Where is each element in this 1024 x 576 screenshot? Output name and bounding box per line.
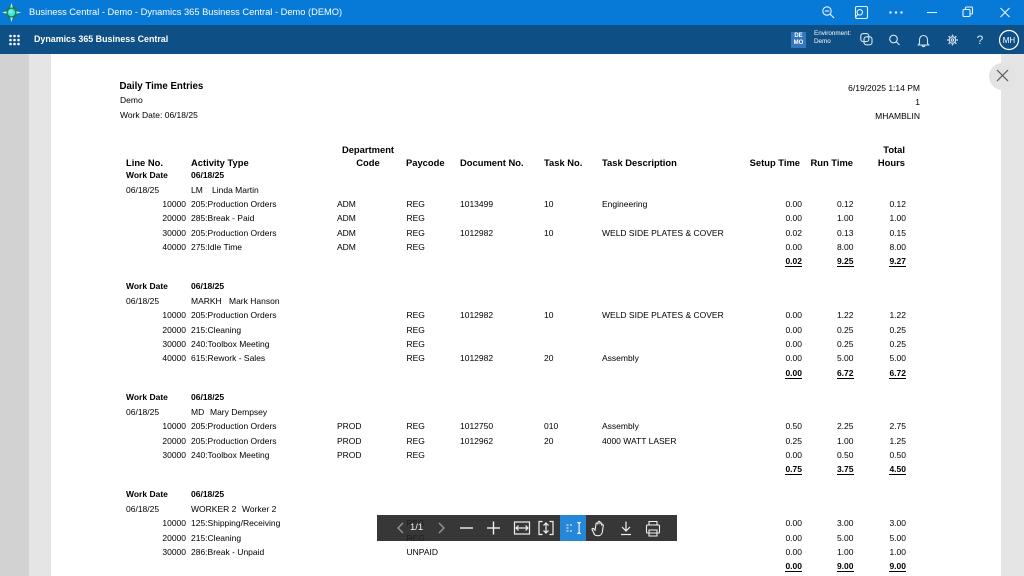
svg-text:MH: MH bbox=[1003, 36, 1016, 45]
svg-text:?: ? bbox=[977, 33, 984, 47]
